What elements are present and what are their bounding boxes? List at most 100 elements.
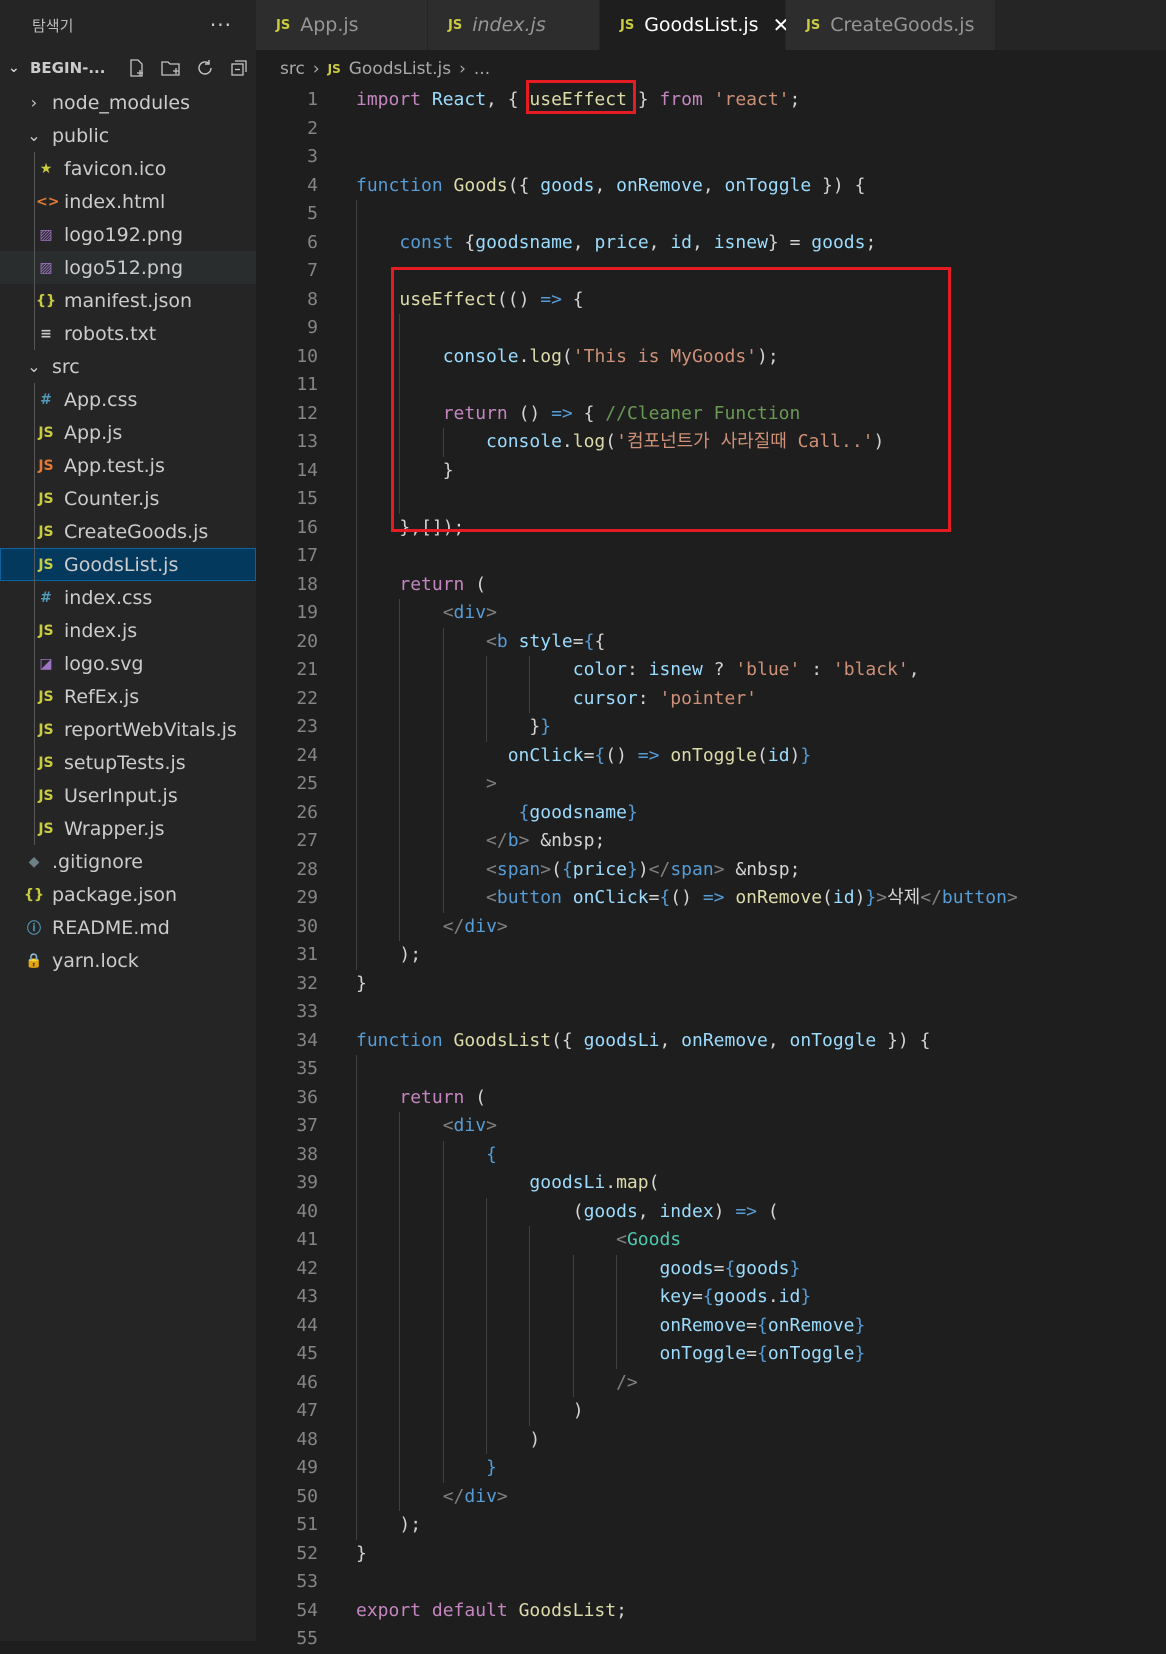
code-token: } (800, 744, 812, 766)
code-editor[interactable]: 1 import React, { useEffect } from 'react… (256, 80, 1166, 1649)
code-token: index (659, 1200, 714, 1222)
code-token: , { (486, 89, 530, 110)
breadcrumb-folder[interactable]: src (280, 59, 305, 79)
tree-file[interactable]: ⓘ README.md (0, 911, 256, 944)
tree-item-label: package.json (52, 883, 178, 906)
tree-file[interactable]: {} manifest.json (0, 284, 256, 317)
tree-file[interactable]: ◪ logo.svg (0, 647, 256, 680)
line-number: 8 (307, 288, 318, 310)
breadcrumb-file[interactable]: GoodsList.js (349, 59, 451, 79)
code-token: > (1006, 887, 1018, 908)
tree-file[interactable]: JS App.test.js (0, 449, 256, 482)
code-token: &nbsp; (724, 858, 801, 880)
tree-file[interactable]: # App.css (0, 383, 256, 416)
code-token: } (356, 972, 367, 994)
file-type-icon: JS (38, 490, 54, 507)
tree-file[interactable]: JS Wrapper.js (0, 812, 256, 845)
breadcrumb: src › JS GoodsList.js › ... (256, 50, 1166, 88)
code-token: import (356, 89, 432, 110)
code-line: 22 cursor: 'pointer' (256, 685, 1166, 714)
code-line: 47 ) (256, 1397, 1166, 1426)
line-number: 33 (296, 1001, 318, 1022)
line-number: 39 (296, 1172, 318, 1193)
tree-file[interactable]: JS RefEx.js (0, 680, 256, 713)
tree-file[interactable]: {} package.json (0, 878, 256, 911)
tree-file[interactable]: JS App.js (0, 416, 256, 449)
line-number: 48 (296, 1428, 318, 1450)
code-text: const {goodsname, price, id, isnew} = go… (356, 229, 876, 258)
tree-file[interactable]: ▨ logo512.png (0, 251, 256, 284)
tree-file[interactable]: JS CreateGoods.js (0, 515, 256, 548)
line-number: 9 (307, 317, 318, 338)
code-token: { (561, 858, 573, 880)
breadcrumb-more[interactable]: ... (474, 59, 490, 79)
tree-file[interactable]: ▨ logo192.png (0, 218, 256, 251)
file-type-icon: JS (38, 820, 54, 837)
code-token: : (626, 659, 649, 680)
tree-file[interactable]: 🔒 yarn.lock (0, 944, 256, 977)
code-line: 37 <div> (256, 1112, 1166, 1141)
tab-app-js[interactable]: JS App.js (256, 0, 428, 50)
tree-file[interactable]: ★ favicon.ico (0, 152, 256, 185)
tree-file[interactable]: JS reportWebVitals.js (0, 713, 256, 746)
tree-file[interactable]: <> index.html (0, 185, 256, 218)
tree-file[interactable]: JS Counter.js (0, 482, 256, 515)
code-token: { (594, 744, 606, 766)
indent-guide (616, 1254, 618, 1369)
line-number: 24 (296, 744, 318, 766)
refresh-icon[interactable] (188, 58, 222, 78)
new-folder-icon[interactable] (154, 58, 188, 78)
new-file-icon[interactable] (120, 58, 154, 78)
line-number: 38 (296, 1143, 318, 1165)
code-token: return (399, 1086, 476, 1108)
tab-creategoods-js[interactable]: JS CreateGoods.js (786, 0, 996, 50)
code-token: ( (475, 1086, 487, 1108)
tree-folder[interactable]: ⌄ public (0, 119, 256, 152)
line-number: 35 (296, 1058, 318, 1079)
tree-file[interactable]: JS setupTests.js (0, 746, 256, 779)
code-line: 1 import React, { useEffect } from 'react… (256, 86, 1166, 115)
code-token: isnew (713, 231, 768, 253)
line-number: 45 (296, 1343, 318, 1364)
collapse-all-icon[interactable] (222, 58, 256, 78)
line-number: 21 (296, 659, 318, 680)
tree-file[interactable]: JS GoodsList.js (0, 548, 256, 581)
code-token: () (670, 887, 703, 908)
code-token: = (746, 1343, 757, 1364)
code-token: } (854, 1343, 866, 1364)
code-token: button (496, 887, 573, 908)
code-token: > (518, 830, 530, 851)
code-token: Goods (626, 1229, 682, 1250)
line-number: 3 (307, 146, 318, 167)
tree-file[interactable]: ≡ robots.txt (0, 317, 256, 350)
chevron-down-icon[interactable]: ⌄ (8, 60, 30, 76)
explorer-root-folder[interactable]: ⌄ BEGIN-... (0, 50, 256, 86)
tree-folder[interactable]: › node_modules (0, 86, 256, 119)
code-token: => (702, 887, 725, 908)
tree-file[interactable]: # index.css (0, 581, 256, 614)
tree-file[interactable]: ◆ .gitignore (0, 845, 256, 878)
tree-folder[interactable]: ⌄ src (0, 350, 256, 383)
tab-goodslist-js[interactable]: JS GoodsList.js ✕ (600, 0, 789, 50)
code-token: } (854, 1314, 866, 1336)
indent-guide (529, 1226, 531, 1426)
code-line: 20 <b style={{ (256, 628, 1166, 657)
code-token: , (659, 1029, 682, 1051)
line-number: 23 (296, 716, 318, 737)
tree-file[interactable]: JS index.js (0, 614, 256, 647)
tree-item-label: App.test.js (64, 454, 165, 477)
tree-item-label: public (52, 124, 110, 147)
tab-index-js[interactable]: JS index.js (428, 0, 600, 50)
indent-guide (34, 152, 35, 350)
tree-file[interactable]: JS UserInput.js (0, 779, 256, 812)
more-actions-icon[interactable]: ··· (210, 13, 232, 37)
line-number: 36 (296, 1086, 318, 1108)
code-token: ( (572, 1200, 584, 1222)
code-token: ? (702, 659, 736, 680)
